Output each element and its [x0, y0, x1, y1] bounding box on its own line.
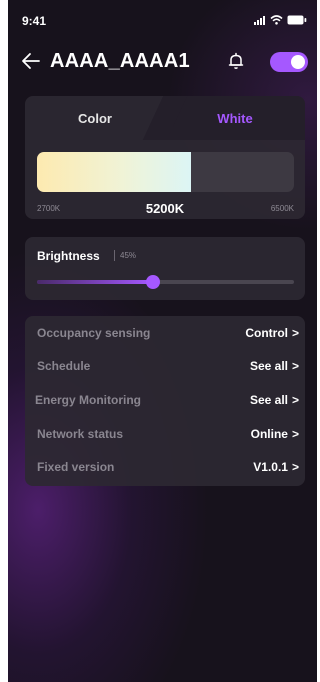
tab-color-label: Color — [78, 110, 112, 126]
setting-row-occupancy-sensing[interactable]: Occupancy sensing Control > — [25, 316, 305, 349]
brightness-divider — [114, 250, 115, 261]
setting-value: See all > — [250, 359, 299, 373]
cct-current-value: 5200K — [145, 201, 185, 216]
setting-label: Energy Monitoring — [35, 393, 141, 407]
setting-value-text: V1.0.1 — [253, 460, 288, 474]
toggle-knob — [291, 55, 305, 69]
brightness-slider-thumb[interactable] — [145, 275, 160, 289]
device-header: AAAA_AAAA1 — [8, 44, 317, 80]
light-color-card: Color White 2700K 5200K 6500K — [25, 96, 305, 219]
setting-label: Network status — [37, 427, 124, 441]
chevron-right-icon: > — [291, 326, 299, 340]
setting-label: Schedule — [37, 359, 91, 373]
status-icons — [254, 14, 307, 26]
setting-value: V1.0.1 > — [253, 460, 299, 474]
setting-value: See all > — [250, 393, 299, 407]
phone-screen: 9:41 AAAA_AAAA1 Color White 2700K 5200K … — [8, 0, 317, 682]
wifi-icon — [270, 15, 283, 25]
back-arrow-icon[interactable] — [20, 50, 42, 72]
setting-value-text: See all — [249, 359, 288, 373]
chevron-right-icon: > — [291, 427, 299, 441]
setting-row-energy-monitoring[interactable]: Energy Monitoring See all > — [25, 383, 305, 416]
setting-value: Online > — [251, 427, 299, 441]
brightness-slider[interactable] — [37, 275, 294, 289]
brightness-card: Brightness 45% — [25, 237, 305, 300]
status-time: 9:41 — [22, 14, 47, 28]
color-temperature-slider[interactable] — [37, 152, 294, 192]
setting-label: Occupancy sensing — [37, 326, 151, 340]
brightness-slider-fill — [37, 280, 153, 284]
tab-white[interactable]: White — [165, 96, 305, 140]
setting-value-text: Control — [245, 326, 288, 340]
device-name-title: AAAA_AAAA1 — [50, 50, 190, 72]
chevron-right-icon: > — [291, 359, 299, 373]
setting-label: Fixed version — [37, 460, 115, 474]
status-bar: 9:41 — [8, 0, 317, 40]
chevron-right-icon: > — [291, 393, 299, 407]
setting-row-schedule[interactable]: Schedule See all > — [25, 349, 305, 382]
tab-white-label: White — [217, 110, 253, 126]
tab-color[interactable]: Color — [25, 96, 165, 140]
battery-icon — [287, 15, 307, 25]
brightness-label: Brightness — [37, 249, 100, 263]
setting-row-fixed-version[interactable]: Fixed version V1.0.1 > — [25, 450, 305, 483]
power-toggle[interactable] — [270, 52, 308, 72]
cct-max-label: 6500K — [270, 204, 294, 213]
notification-bell-icon[interactable] — [226, 51, 246, 71]
color-temperature-fill — [37, 152, 192, 192]
brightness-value: 45% — [120, 251, 137, 260]
setting-value: Control > — [245, 326, 299, 340]
setting-value-text: Online — [250, 427, 288, 441]
cellular-signal-icon — [254, 15, 266, 25]
chevron-right-icon: > — [291, 460, 299, 474]
settings-list: Occupancy sensing Control > Schedule See … — [25, 316, 305, 486]
setting-value-text: See all — [249, 393, 288, 407]
setting-row-network-status[interactable]: Network status Online > — [25, 417, 305, 450]
